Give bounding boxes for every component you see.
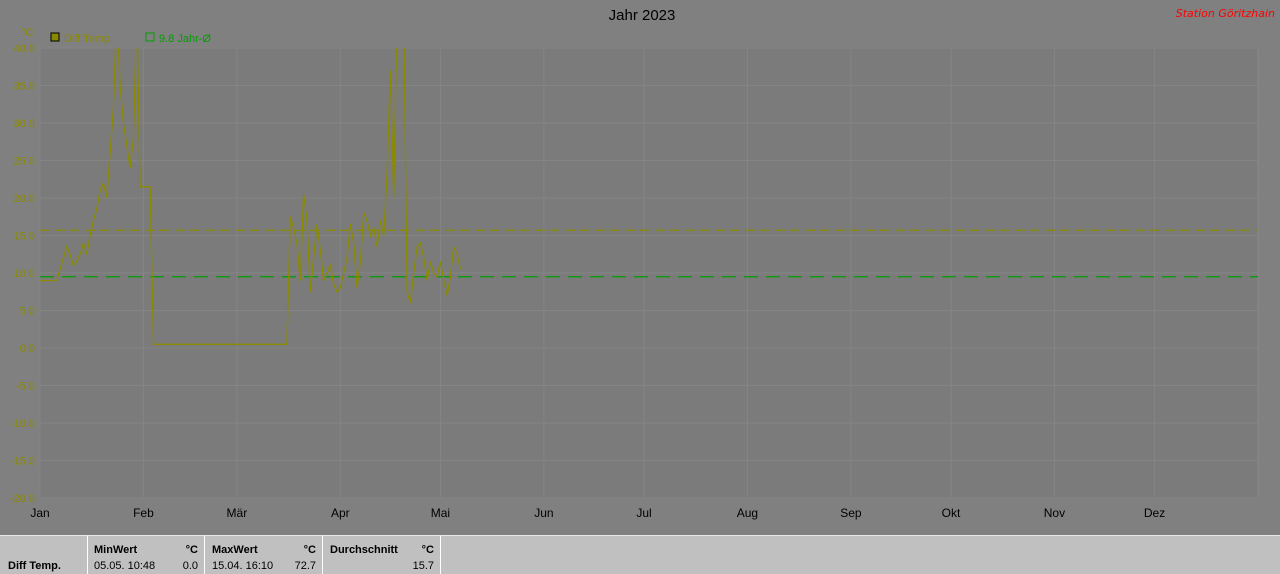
x-tick-label: Sep — [840, 506, 862, 520]
legend-swatch-year-avg — [145, 32, 155, 42]
y-tick-label: 20.0 — [14, 193, 35, 205]
max-date: 15.04. 16:10 — [212, 560, 274, 572]
station-label: Station Göritzhain — [1176, 7, 1275, 20]
y-unit-label: °C — [21, 27, 33, 39]
min-unit: °C — [185, 544, 198, 556]
x-tick-label: Jan — [30, 506, 49, 520]
stats-max-cell: MaxWert °C 15.04. 16:10 72.7 — [205, 536, 323, 574]
max-unit: °C — [303, 544, 316, 556]
x-tick-label: Mär — [227, 506, 248, 520]
stats-min-cell: MinWert °C 05.05. 10:48 0.0 — [88, 536, 205, 574]
legend-label-diff-temp: Diff Temp. — [64, 33, 113, 45]
chart-title: Jahr 2023 — [609, 7, 676, 24]
y-tick-label: 30.0 — [14, 118, 35, 130]
x-tick-label: Feb — [133, 506, 154, 520]
y-tick-label: -15.0 — [10, 456, 35, 468]
y-tick-label: -10.0 — [10, 418, 35, 430]
y-tick-label: -20.0 — [10, 493, 35, 505]
x-axis-ticks: Jan Feb Mär Apr Mai Jun Jul Aug Sep Okt Nov Dez — [30, 506, 1165, 520]
x-tick-label: Nov — [1044, 506, 1065, 520]
legend: Diff Temp. 9.8 Jahr-Ø — [50, 32, 211, 45]
x-tick-label: Mai — [431, 506, 450, 520]
x-tick-label: Aug — [737, 506, 758, 520]
stats-row-label-cell: Diff Temp. — [0, 536, 88, 574]
legend-label-year-avg: 9.8 Jahr-Ø — [159, 33, 211, 45]
avg-value: 15.7 — [412, 560, 434, 572]
year-chart: 40.0 35.0 30.0 25.0 20.0 15.0 10.0 5.0 0.0 -5.0 -1… — [10, 7, 1275, 520]
stats-table: Diff Temp. MinWert °C 05.05. 10:48 0.0 M… — [0, 535, 1280, 574]
y-tick-label: 25.0 — [14, 156, 35, 168]
y-tick-label: -5.0 — [16, 381, 35, 393]
stats-avg-cell: Durchschnitt °C 15.7 — [323, 536, 441, 574]
y-tick-label: 15.0 — [14, 231, 35, 243]
y-axis-ticks: 40.0 35.0 30.0 25.0 20.0 15.0 10.0 5.0 0.0 -5.0 -1… — [10, 43, 35, 505]
min-header: MinWert — [94, 544, 138, 556]
max-header: MaxWert — [212, 544, 258, 556]
x-tick-label: Jul — [636, 506, 651, 520]
y-tick-label: 40.0 — [14, 43, 35, 55]
max-value: 72.7 — [294, 560, 316, 572]
x-tick-label: Apr — [331, 506, 350, 520]
y-tick-label: 5.0 — [20, 306, 35, 318]
y-tick-label: 35.0 — [14, 81, 35, 93]
stats-row-label: Diff Temp. — [8, 560, 61, 572]
y-tick-label: 10.0 — [14, 268, 35, 280]
x-tick-label: Okt — [942, 506, 961, 520]
legend-swatch-diff-temp — [50, 32, 60, 42]
min-date: 05.05. 10:48 — [94, 560, 156, 572]
y-tick-label: 0.0 — [20, 343, 35, 355]
avg-unit: °C — [421, 544, 434, 556]
x-tick-label: Jun — [534, 506, 553, 520]
min-value: 0.0 — [182, 560, 198, 572]
x-tick-label: Dez — [1144, 506, 1165, 520]
avg-header: Durchschnitt — [330, 544, 398, 556]
